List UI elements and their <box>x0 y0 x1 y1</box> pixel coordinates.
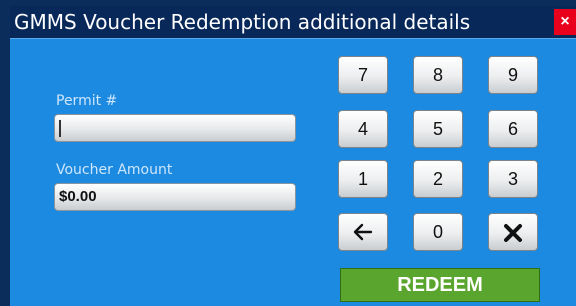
x-icon <box>504 224 522 242</box>
key-1[interactable]: 1 <box>338 160 388 198</box>
voucher-dialog: GMMS Voucher Redemption additional detai… <box>10 6 576 306</box>
text-caret <box>59 120 61 137</box>
key-9[interactable]: 9 <box>488 56 538 94</box>
clear-key[interactable] <box>488 213 538 251</box>
key-5[interactable]: 5 <box>413 110 463 148</box>
key-4[interactable]: 4 <box>338 110 388 148</box>
title-bar: GMMS Voucher Redemption additional detai… <box>10 6 576 39</box>
dialog-title: GMMS Voucher Redemption additional detai… <box>14 10 471 34</box>
left-arrow-icon <box>353 223 373 241</box>
voucher-amount-label: Voucher Amount <box>56 162 173 178</box>
permit-label: Permit # <box>56 93 118 109</box>
key-2[interactable]: 2 <box>413 160 463 198</box>
key-8[interactable]: 8 <box>413 56 463 94</box>
key-6[interactable]: 6 <box>488 110 538 148</box>
voucher-amount-value: $0.00 <box>59 188 97 205</box>
voucher-amount-field[interactable]: $0.00 <box>54 183 296 211</box>
backspace-key[interactable] <box>338 213 388 251</box>
key-0[interactable]: 0 <box>413 213 463 251</box>
key-3[interactable]: 3 <box>488 160 538 198</box>
key-7[interactable]: 7 <box>338 56 388 94</box>
redeem-button[interactable]: REDEEM <box>340 268 540 302</box>
close-button[interactable]: × <box>554 9 576 35</box>
permit-field[interactable] <box>54 114 296 142</box>
